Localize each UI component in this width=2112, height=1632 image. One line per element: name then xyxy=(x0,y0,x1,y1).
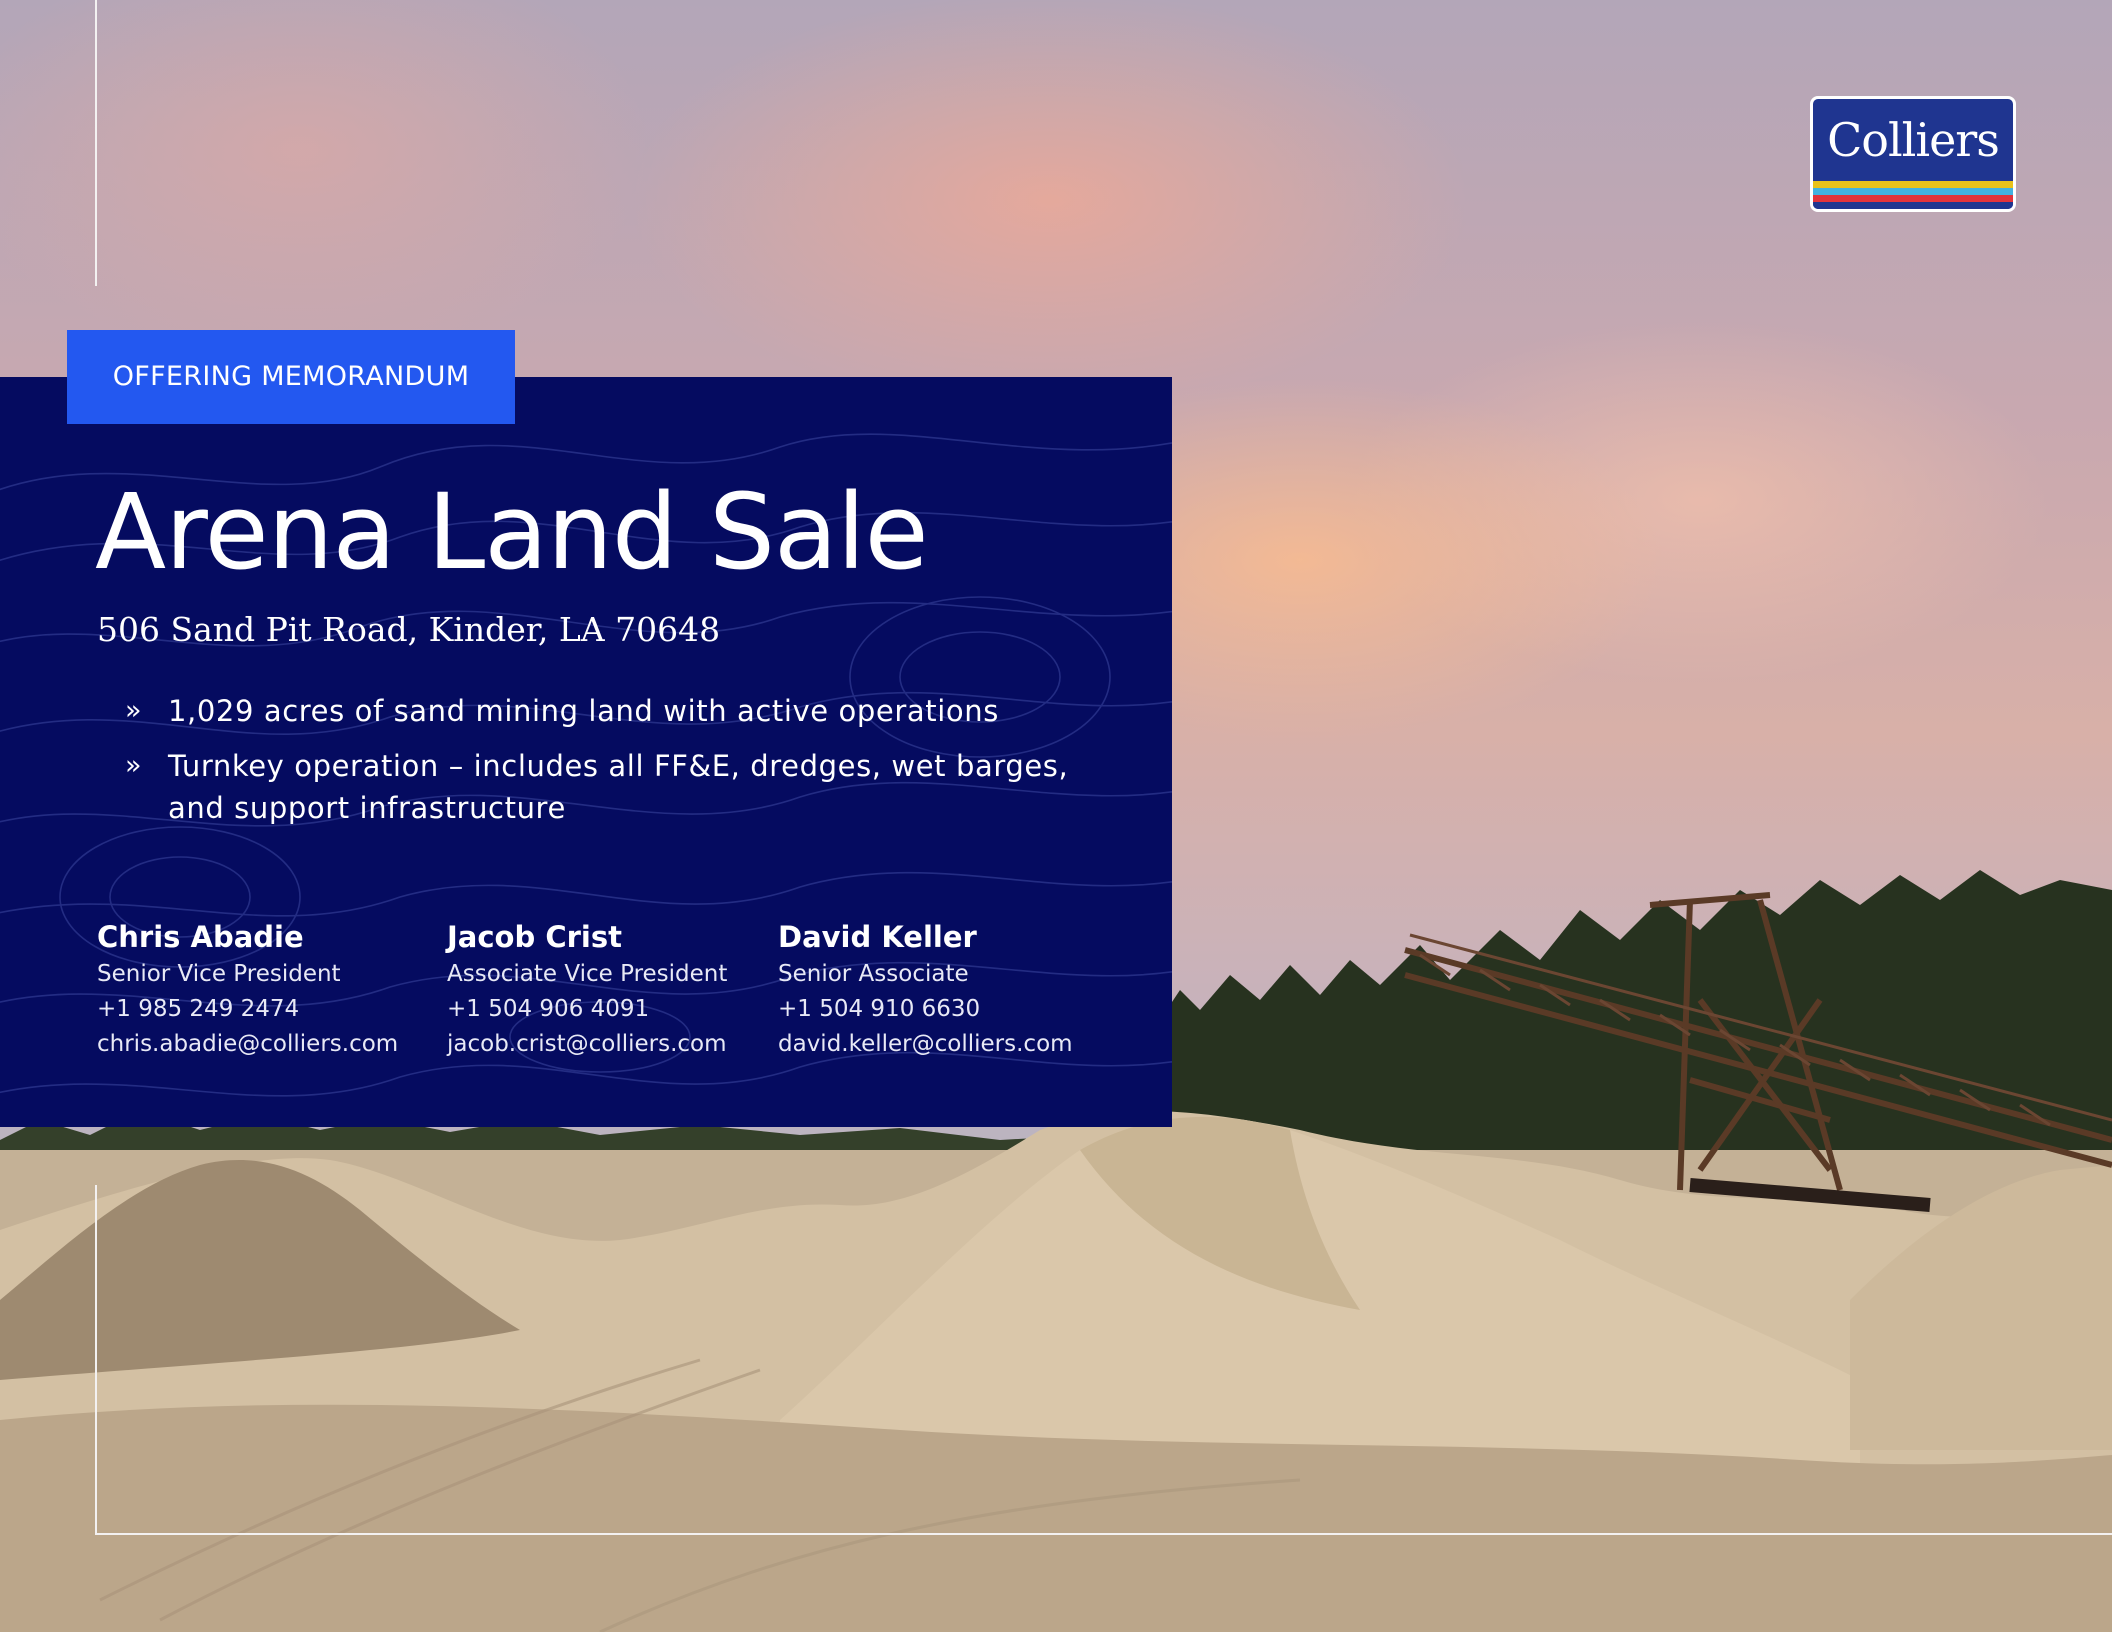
contact-name: Jacob Crist xyxy=(447,920,622,954)
logo-wordmark: Colliers xyxy=(1827,113,2000,167)
logo-stripe-navy xyxy=(1813,202,2013,209)
contact-phone[interactable]: +1 985 249 2474 xyxy=(97,992,398,1027)
contact-email[interactable]: jacob.crist@colliers.com xyxy=(447,1027,727,1062)
highlight-text: 1,029 acres of sand mining land with act… xyxy=(168,694,999,728)
contact-card-chris-abadie: Chris Abadie Senior Vice President +1 98… xyxy=(97,917,398,1062)
contact-card-david-keller: David Keller Senior Associate +1 504 910… xyxy=(778,917,1073,1062)
frame-line-bottom xyxy=(95,1533,2112,1535)
contact-email[interactable]: david.keller@colliers.com xyxy=(778,1027,1073,1062)
contact-phone[interactable]: +1 504 910 6630 xyxy=(778,992,1073,1027)
logo-stripe-blue xyxy=(1813,188,2013,195)
contact-role: Senior Associate xyxy=(778,961,969,987)
highlight-text: Turnkey operation – includes all FF&E, d… xyxy=(168,749,1069,825)
contact-role: Senior Vice President xyxy=(97,961,341,987)
frame-line-top xyxy=(95,0,97,286)
highlights-list: » 1,029 acres of sand mining land with a… xyxy=(125,690,1085,842)
bullet-chevron-icon: » xyxy=(125,750,143,781)
list-item: » Turnkey operation – includes all FF&E,… xyxy=(125,745,1085,829)
contact-phone[interactable]: +1 504 906 4091 xyxy=(447,992,727,1027)
logo-stripes xyxy=(1813,181,2013,209)
colliers-logo: Colliers xyxy=(1810,96,2016,212)
frame-line-left xyxy=(95,1185,97,1535)
offering-memorandum-tag: OFFERING MEMORANDUM xyxy=(67,330,515,424)
contact-name: Chris Abadie xyxy=(97,920,304,954)
contact-role: Associate Vice President xyxy=(447,961,728,987)
property-address: 506 Sand Pit Road, Kinder, LA 70648 xyxy=(97,610,721,649)
logo-stripe-yellow xyxy=(1813,181,2013,188)
contact-card-jacob-crist: Jacob Crist Associate Vice President +1 … xyxy=(447,917,727,1062)
logo-stripe-red xyxy=(1813,195,2013,202)
list-item: » 1,029 acres of sand mining land with a… xyxy=(125,690,1085,732)
bullet-chevron-icon: » xyxy=(125,695,143,726)
page-title: Arena Land Sale xyxy=(95,471,929,593)
contact-email[interactable]: chris.abadie@colliers.com xyxy=(97,1027,398,1062)
contact-name: David Keller xyxy=(778,920,977,954)
